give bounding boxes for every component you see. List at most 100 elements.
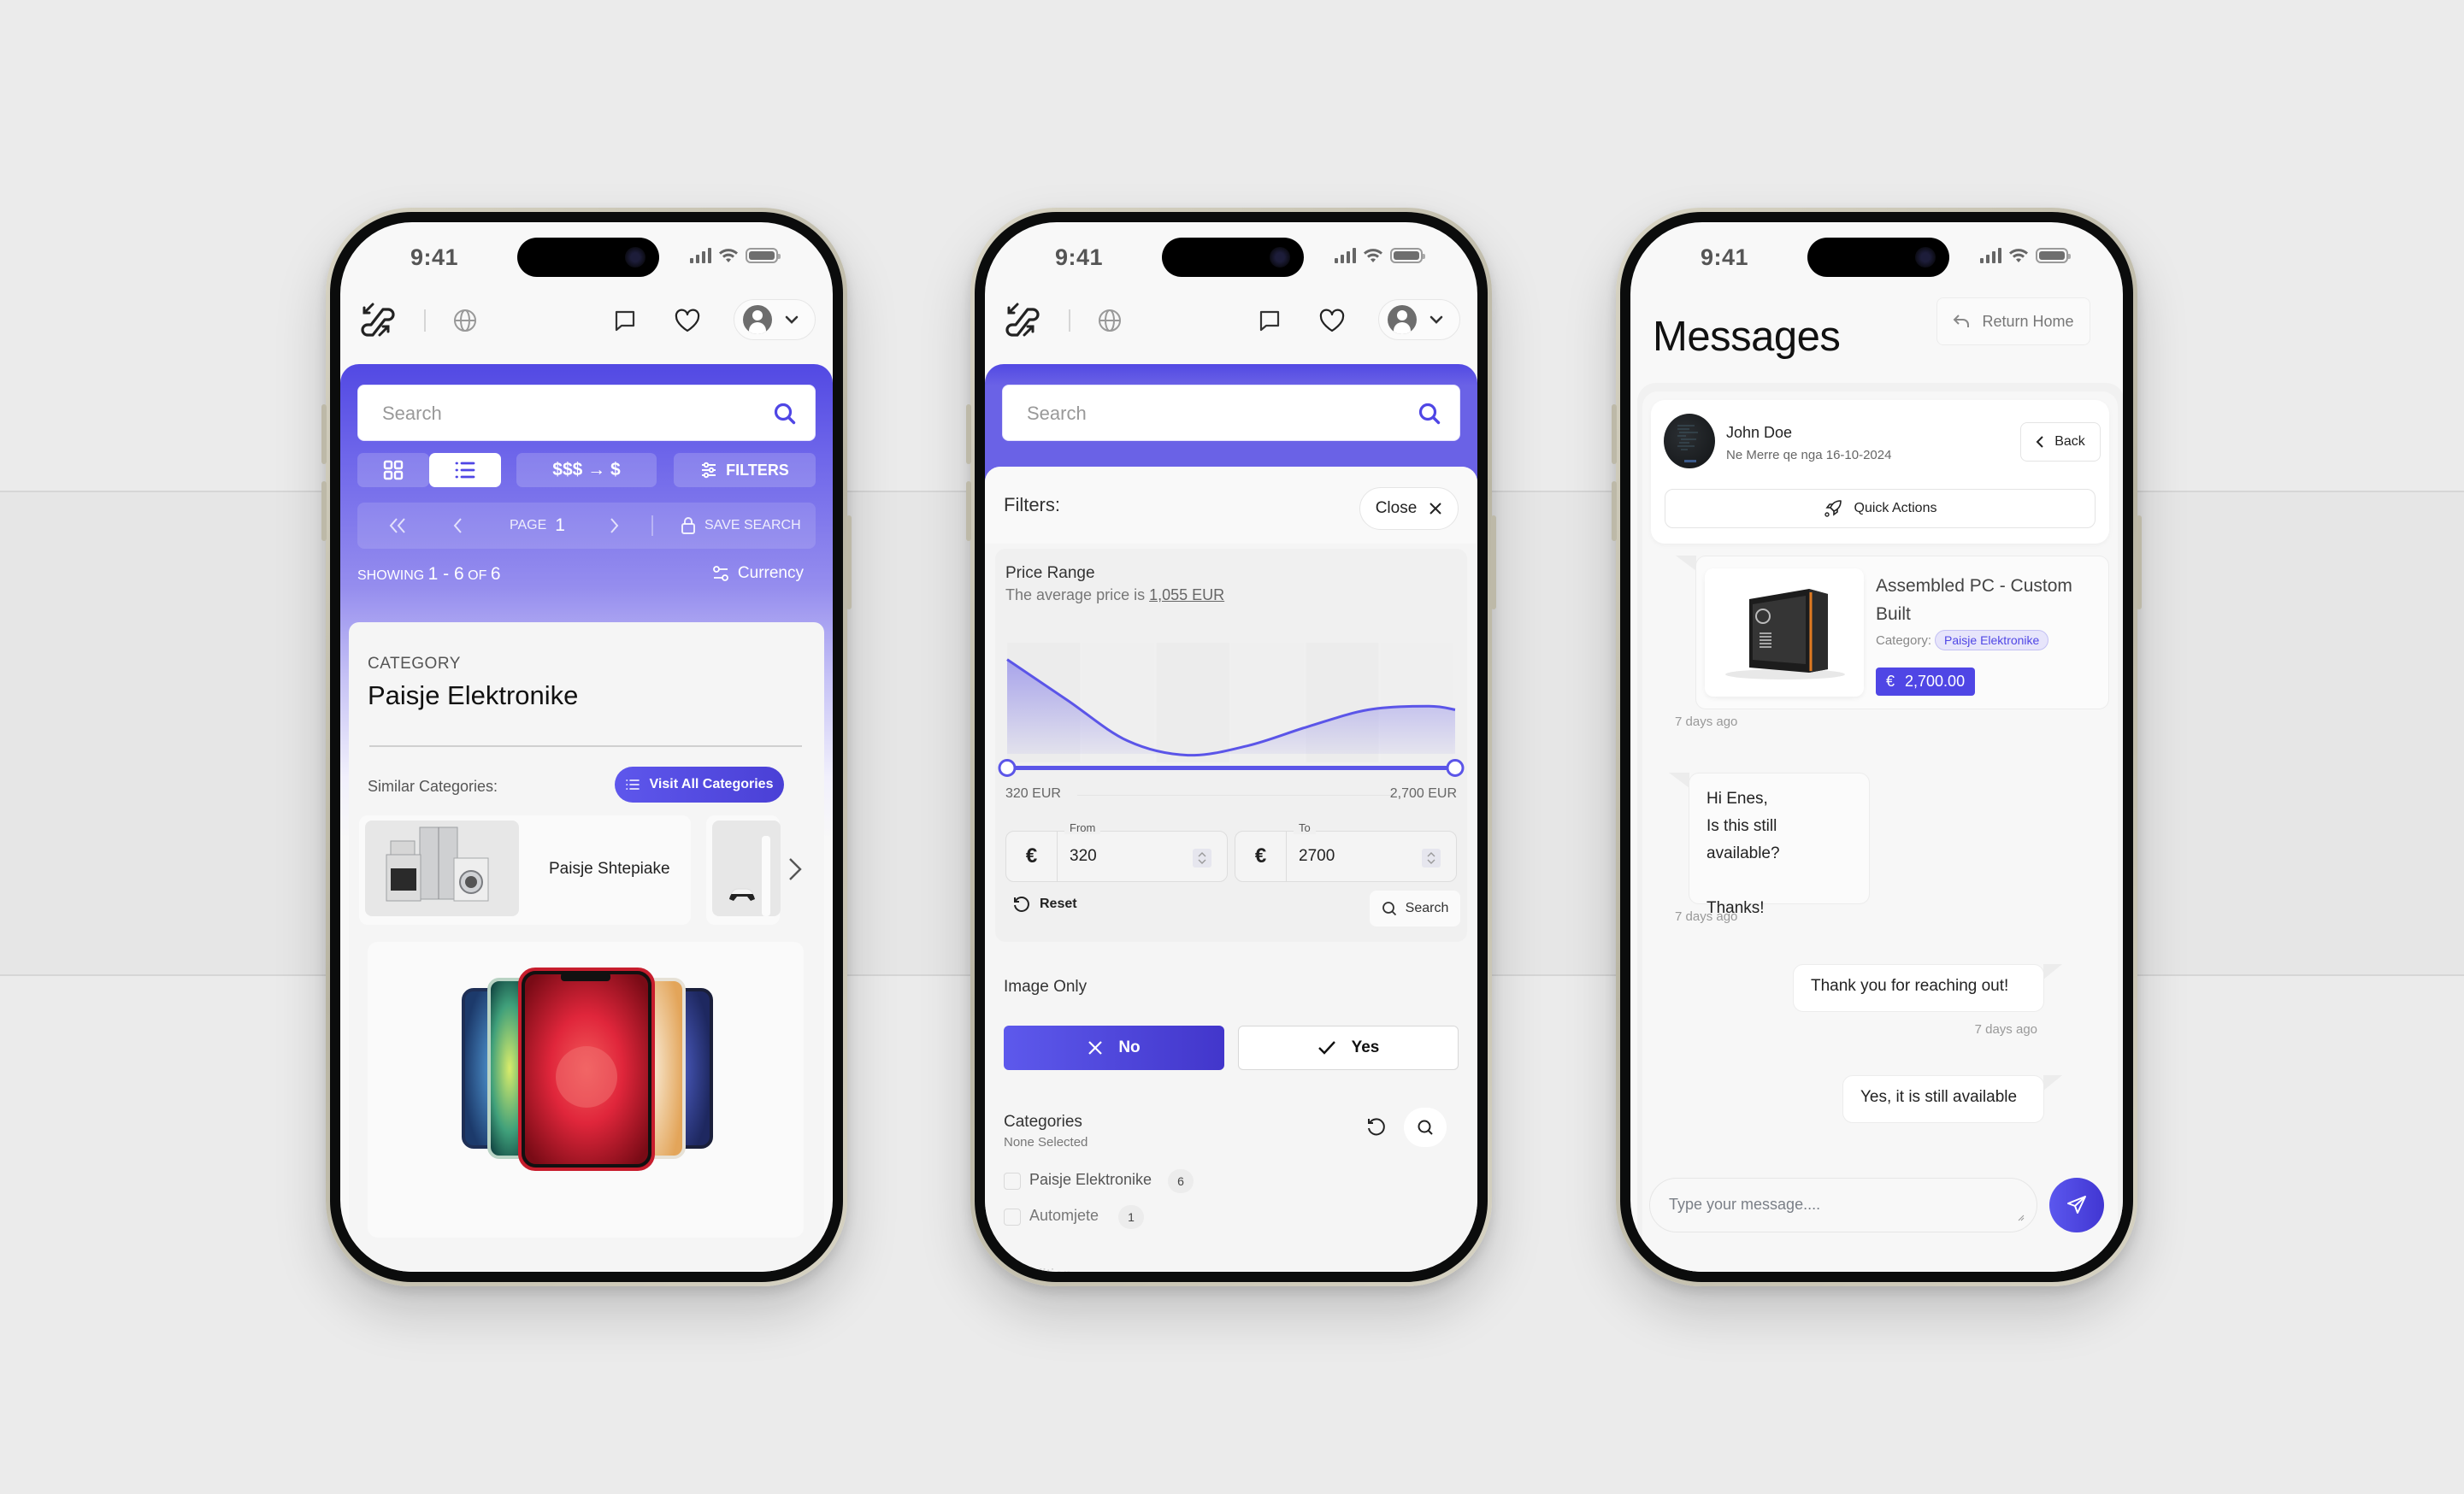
results-range: 1 - 6 <box>427 564 464 584</box>
to-label: To <box>1294 821 1316 834</box>
phone-side-button <box>966 404 971 464</box>
image-only-yes-button[interactable]: Yes <box>1238 1026 1459 1070</box>
chat-icon[interactable] <box>1257 308 1282 333</box>
search-placeholder: Search <box>382 403 442 424</box>
list-icon <box>625 779 640 790</box>
first-page-icon[interactable] <box>388 503 407 549</box>
filters-header: Filters: Close <box>985 467 1477 544</box>
search-input[interactable]: Search <box>357 385 816 441</box>
currency-button[interactable]: Currency <box>712 564 804 583</box>
user-menu-button[interactable] <box>734 299 816 340</box>
send-button[interactable] <box>2049 1178 2104 1232</box>
price-search-button[interactable]: Search <box>1370 891 1460 926</box>
wifi-icon <box>719 249 738 262</box>
image-only-title: Image Only <box>1004 978 1088 996</box>
product-message[interactable]: Assembled PC - Custom Built Category: Pa… <box>1676 556 2109 709</box>
price-value: 2,700.00 <box>1905 673 1966 690</box>
average-price-text: The average price is 1,055 EUR <box>1005 586 1224 604</box>
heart-icon[interactable] <box>674 308 701 333</box>
price-from-input[interactable]: € From 320 <box>1005 821 1228 882</box>
stepper-icon[interactable] <box>1422 849 1441 868</box>
globe-icon[interactable] <box>1097 308 1123 333</box>
range-slider-track[interactable] <box>1007 766 1455 770</box>
category-option-label: Automjete <box>1029 1207 1099 1224</box>
search-categories-button[interactable] <box>1404 1108 1447 1147</box>
message-line: Hi Enes, <box>1707 790 1768 808</box>
conversation-panel: John Doe Ne Merre qe nga 16-10-2024 Back… <box>1637 383 2123 1272</box>
range-slider-min-handle[interactable] <box>998 759 1017 777</box>
product-card[interactable] <box>368 942 804 1238</box>
search-icon[interactable] <box>1417 401 1442 426</box>
escalator-logo-icon[interactable] <box>1002 301 1041 338</box>
user-avatar-icon <box>743 305 772 334</box>
search-input[interactable]: Search <box>1002 385 1460 441</box>
categories-title: Categories <box>1004 1113 1082 1131</box>
category-checkbox[interactable] <box>1004 1173 1021 1190</box>
close-filters-button[interactable]: Close <box>1359 487 1459 530</box>
resize-handle-icon[interactable] <box>2018 1215 2025 1221</box>
euro-icon: € <box>1886 673 1895 690</box>
range-slider-max-handle[interactable] <box>1446 759 1465 777</box>
signal-icon <box>1980 248 2001 263</box>
next-page-icon[interactable] <box>609 503 621 549</box>
heart-icon[interactable] <box>1318 308 1346 333</box>
save-search-button[interactable]: SAVE SEARCH <box>681 503 801 549</box>
avg-price-value: 1,055 EUR <box>1149 586 1225 603</box>
category-checkbox[interactable] <box>1004 1209 1021 1226</box>
globe-icon[interactable] <box>452 308 478 333</box>
reset-label: Reset <box>1040 897 1077 911</box>
wifi-icon <box>1364 249 1382 262</box>
price-badge: € 2,700.00 <box>1876 668 1976 696</box>
results-total: 6 <box>490 564 501 584</box>
user-menu-button[interactable] <box>1378 299 1460 340</box>
category-title: Paisje Elektronike <box>368 680 579 710</box>
chevron-right-icon[interactable] <box>785 855 805 884</box>
phone-screen: 9:41 Search <box>985 222 1477 1272</box>
filters-panel: Filters: Close Price Range The average p… <box>985 467 1477 1272</box>
search-panel: Search $$$ → $ FILTERS PAGE 1 SAVE SEARC… <box>340 364 833 1272</box>
lock-icon <box>681 517 695 534</box>
from-label: From <box>1064 821 1101 834</box>
visit-all-label: Visit All Categories <box>649 777 774 791</box>
phone-side-button <box>966 481 971 541</box>
filters-button[interactable]: FILTERS <box>674 453 816 487</box>
price-to-input[interactable]: € To 2700 <box>1235 821 1457 882</box>
send-icon <box>2067 1196 2086 1214</box>
image-only-no-button[interactable]: No <box>1004 1026 1224 1070</box>
chat-icon[interactable] <box>612 308 638 333</box>
visit-all-categories-button[interactable]: Visit All Categories <box>615 767 784 803</box>
list-icon <box>455 462 475 479</box>
wifi-icon <box>2009 249 2028 262</box>
phone-side-button <box>2137 515 2142 609</box>
list-view-button[interactable] <box>429 453 501 487</box>
category-tag[interactable]: Paisje Elektronike <box>1935 630 2049 650</box>
message-input[interactable]: Type your message.... <box>1649 1178 2037 1232</box>
message-time: 7 days ago <box>1675 715 1738 729</box>
reset-categories-icon[interactable] <box>1365 1116 1387 1138</box>
return-home-button[interactable]: Return Home <box>1936 297 2090 345</box>
reset-icon <box>1014 897 1029 912</box>
page-indicator: PAGE 1 <box>510 503 565 549</box>
status-icons <box>1980 248 2071 263</box>
iphone-product-image <box>462 968 713 1171</box>
contact-subtitle: Ne Merre qe nga 16-10-2024 <box>1726 448 1892 462</box>
search-icon <box>1382 902 1396 916</box>
similar-category-card[interactable] <box>706 815 781 925</box>
stepper-icon[interactable] <box>1193 849 1211 868</box>
toggle-settings-icon <box>713 566 728 581</box>
prev-page-icon[interactable] <box>451 503 463 549</box>
dynamic-island <box>517 238 659 277</box>
sort-button[interactable]: $$$ → $ <box>516 453 657 487</box>
search-icon[interactable] <box>772 401 798 426</box>
price-range-title: Price Range <box>1005 564 1095 582</box>
signal-icon <box>1335 248 1356 263</box>
back-button[interactable]: Back <box>2020 422 2101 462</box>
escalator-logo-icon[interactable] <box>357 301 397 338</box>
similar-category-card[interactable]: Paisje Shtepiake <box>359 815 691 925</box>
quick-actions-button[interactable]: Quick Actions <box>1665 489 2096 528</box>
phone-side-button <box>1491 515 1496 609</box>
reset-price-button[interactable]: Reset <box>1012 896 1077 913</box>
message-bubble-outgoing: Yes, it is still available <box>1842 1075 2062 1123</box>
euro-icon: € <box>1235 832 1287 881</box>
grid-view-button[interactable] <box>357 453 429 487</box>
